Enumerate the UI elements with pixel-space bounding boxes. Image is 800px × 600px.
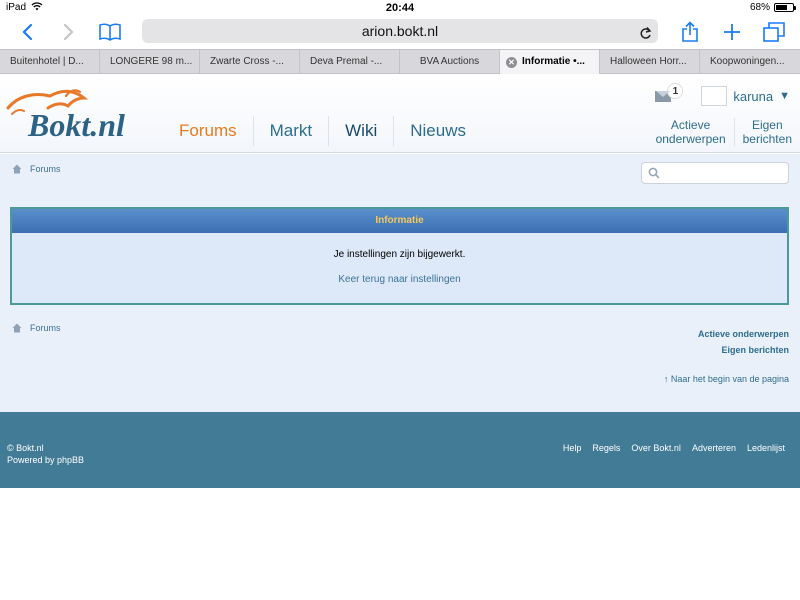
- status-bar: iPad 20:44 68%: [0, 0, 800, 16]
- avatar[interactable]: [701, 86, 728, 106]
- browser-tab[interactable]: Zwarte Cross -...: [200, 50, 300, 74]
- footer-link-about[interactable]: Over Bokt.nl: [631, 443, 681, 453]
- bookmarks-button[interactable]: [96, 18, 124, 46]
- username[interactable]: karuna: [733, 89, 773, 104]
- battery-percent: 68%: [749, 2, 770, 13]
- browser-tab-active[interactable]: ✕ Informatie •...: [500, 50, 600, 74]
- reload-button[interactable]: [639, 23, 652, 47]
- tab-label: Zwarte Cross -...: [210, 56, 284, 67]
- home-icon: [12, 323, 22, 333]
- forward-button[interactable]: [56, 18, 82, 46]
- footer-credits: © Bokt.nl Powered by phpBB: [7, 442, 84, 466]
- return-to-settings-link[interactable]: Keer terug naar instellingen: [12, 274, 787, 285]
- logo-wordmark: Bokt.nl: [27, 107, 125, 139]
- tab-label: LONGERE 98 m...: [110, 56, 193, 67]
- tab-label: Buitenhotel | D...: [10, 56, 84, 67]
- horse-logo-icon: Bokt.nl: [6, 89, 125, 143]
- link-active-topics[interactable]: Actieve onderwerpen: [698, 326, 789, 342]
- tab-label: Halloween Horr...: [610, 56, 687, 67]
- chevron-left-icon: [22, 23, 33, 41]
- page-blank-area: [0, 488, 800, 600]
- browser-tab[interactable]: Halloween Horr...: [600, 50, 700, 74]
- quick-links: Actieve onderwerpen Eigen berichten: [648, 118, 800, 146]
- breadcrumb-forums[interactable]: Forums: [30, 164, 61, 174]
- search-icon: [648, 167, 660, 179]
- site-logo[interactable]: Bokt.nl: [4, 84, 154, 143]
- footer-link-rules[interactable]: Regels: [592, 443, 620, 453]
- info-panel: Informatie Je instellingen zijn bijgewer…: [10, 207, 789, 305]
- quicklink-line: Eigen: [751, 118, 783, 132]
- nav-nieuws[interactable]: Nieuws: [394, 116, 482, 146]
- chevron-right-icon: [63, 23, 74, 41]
- plus-icon: [724, 24, 740, 40]
- tab-label: Deva Premal -...: [310, 56, 383, 67]
- powered-by-link[interactable]: Powered by phpBB: [7, 454, 84, 466]
- link-own-posts[interactable]: Eigen berichten: [698, 342, 789, 358]
- caret-down-icon[interactable]: ▼: [779, 90, 790, 102]
- tab-label: Koopwoningen...: [710, 56, 785, 67]
- quicklink-line: Actieve: [670, 118, 711, 132]
- back-button[interactable]: [14, 18, 40, 46]
- site-header: Bokt.nl Forums Markt Wiki Nieuws 1 karun…: [0, 76, 800, 153]
- nav-wiki[interactable]: Wiki: [329, 116, 395, 146]
- copyright-text: © Bokt.nl: [7, 443, 44, 453]
- browser-tab[interactable]: Koopwoningen...: [700, 50, 800, 74]
- tabs-overview-button[interactable]: [760, 18, 788, 46]
- breadcrumb-forums[interactable]: Forums: [30, 323, 61, 333]
- tab-label: Informatie •...: [522, 56, 585, 67]
- notification-badge: 1: [667, 82, 684, 99]
- quicklink-line: onderwerpen: [655, 132, 726, 146]
- main-nav: Forums Markt Wiki Nieuws: [163, 116, 482, 146]
- url-text: arion.bokt.nl: [361, 23, 439, 39]
- breadcrumb-bottom: Forums: [12, 323, 61, 333]
- browser-toolbar: arion.bokt.nl: [0, 16, 800, 48]
- breadcrumb: Forums: [12, 164, 61, 174]
- clock: 20:44: [385, 2, 415, 14]
- quicklink-line: berichten: [742, 132, 792, 146]
- status-right: 68%: [749, 2, 796, 13]
- browser-tab[interactable]: BVA Auctions: [400, 50, 500, 74]
- quicklink-active-topics[interactable]: Actieve onderwerpen: [648, 118, 734, 146]
- book-icon: [99, 23, 121, 41]
- browser-tab[interactable]: LONGERE 98 m...: [100, 50, 200, 74]
- tabs-icon: [763, 22, 785, 42]
- nav-markt[interactable]: Markt: [254, 116, 330, 146]
- browser-tab[interactable]: Buitenhotel | D...: [0, 50, 100, 74]
- nav-forums[interactable]: Forums: [163, 116, 254, 146]
- new-tab-button[interactable]: [718, 18, 746, 46]
- footer-links: Help Regels Over Bokt.nl Adverteren Lede…: [563, 443, 785, 453]
- envelope-icon[interactable]: 1: [655, 82, 684, 102]
- close-tab-icon[interactable]: ✕: [506, 56, 517, 68]
- address-bar[interactable]: arion.bokt.nl: [142, 19, 658, 43]
- panel-message: Je instellingen zijn bijgewerkt.: [333, 249, 466, 260]
- tab-label: BVA Auctions: [419, 56, 480, 67]
- share-icon: [682, 21, 698, 42]
- share-button[interactable]: [676, 18, 704, 46]
- footer-link-help[interactable]: Help: [563, 443, 582, 453]
- user-box: 1 karuna ▼: [655, 82, 790, 106]
- panel-title: Informatie: [12, 209, 787, 233]
- quicklink-own-posts[interactable]: Eigen berichten: [733, 118, 800, 146]
- battery-icon: [774, 3, 796, 12]
- tab-bar: Buitenhotel | D... LONGERE 98 m... Zwart…: [0, 49, 800, 74]
- site-footer: © Bokt.nl Powered by phpBB Help Regels O…: [0, 412, 800, 488]
- reload-icon: [640, 27, 652, 39]
- footer-link-members[interactable]: Ledenlijst: [747, 443, 785, 453]
- home-icon: [12, 164, 22, 174]
- content-area: Forums Informatie Je instellingen zijn b…: [0, 154, 800, 412]
- browser-tab[interactable]: Deva Premal -...: [300, 50, 400, 74]
- back-to-top-link[interactable]: ↑ Naar het begin van de pagina: [664, 374, 789, 384]
- bottom-links: Actieve onderwerpen Eigen berichten: [698, 326, 789, 358]
- search-input[interactable]: [641, 162, 789, 184]
- footer-link-advertise[interactable]: Adverteren: [692, 443, 736, 453]
